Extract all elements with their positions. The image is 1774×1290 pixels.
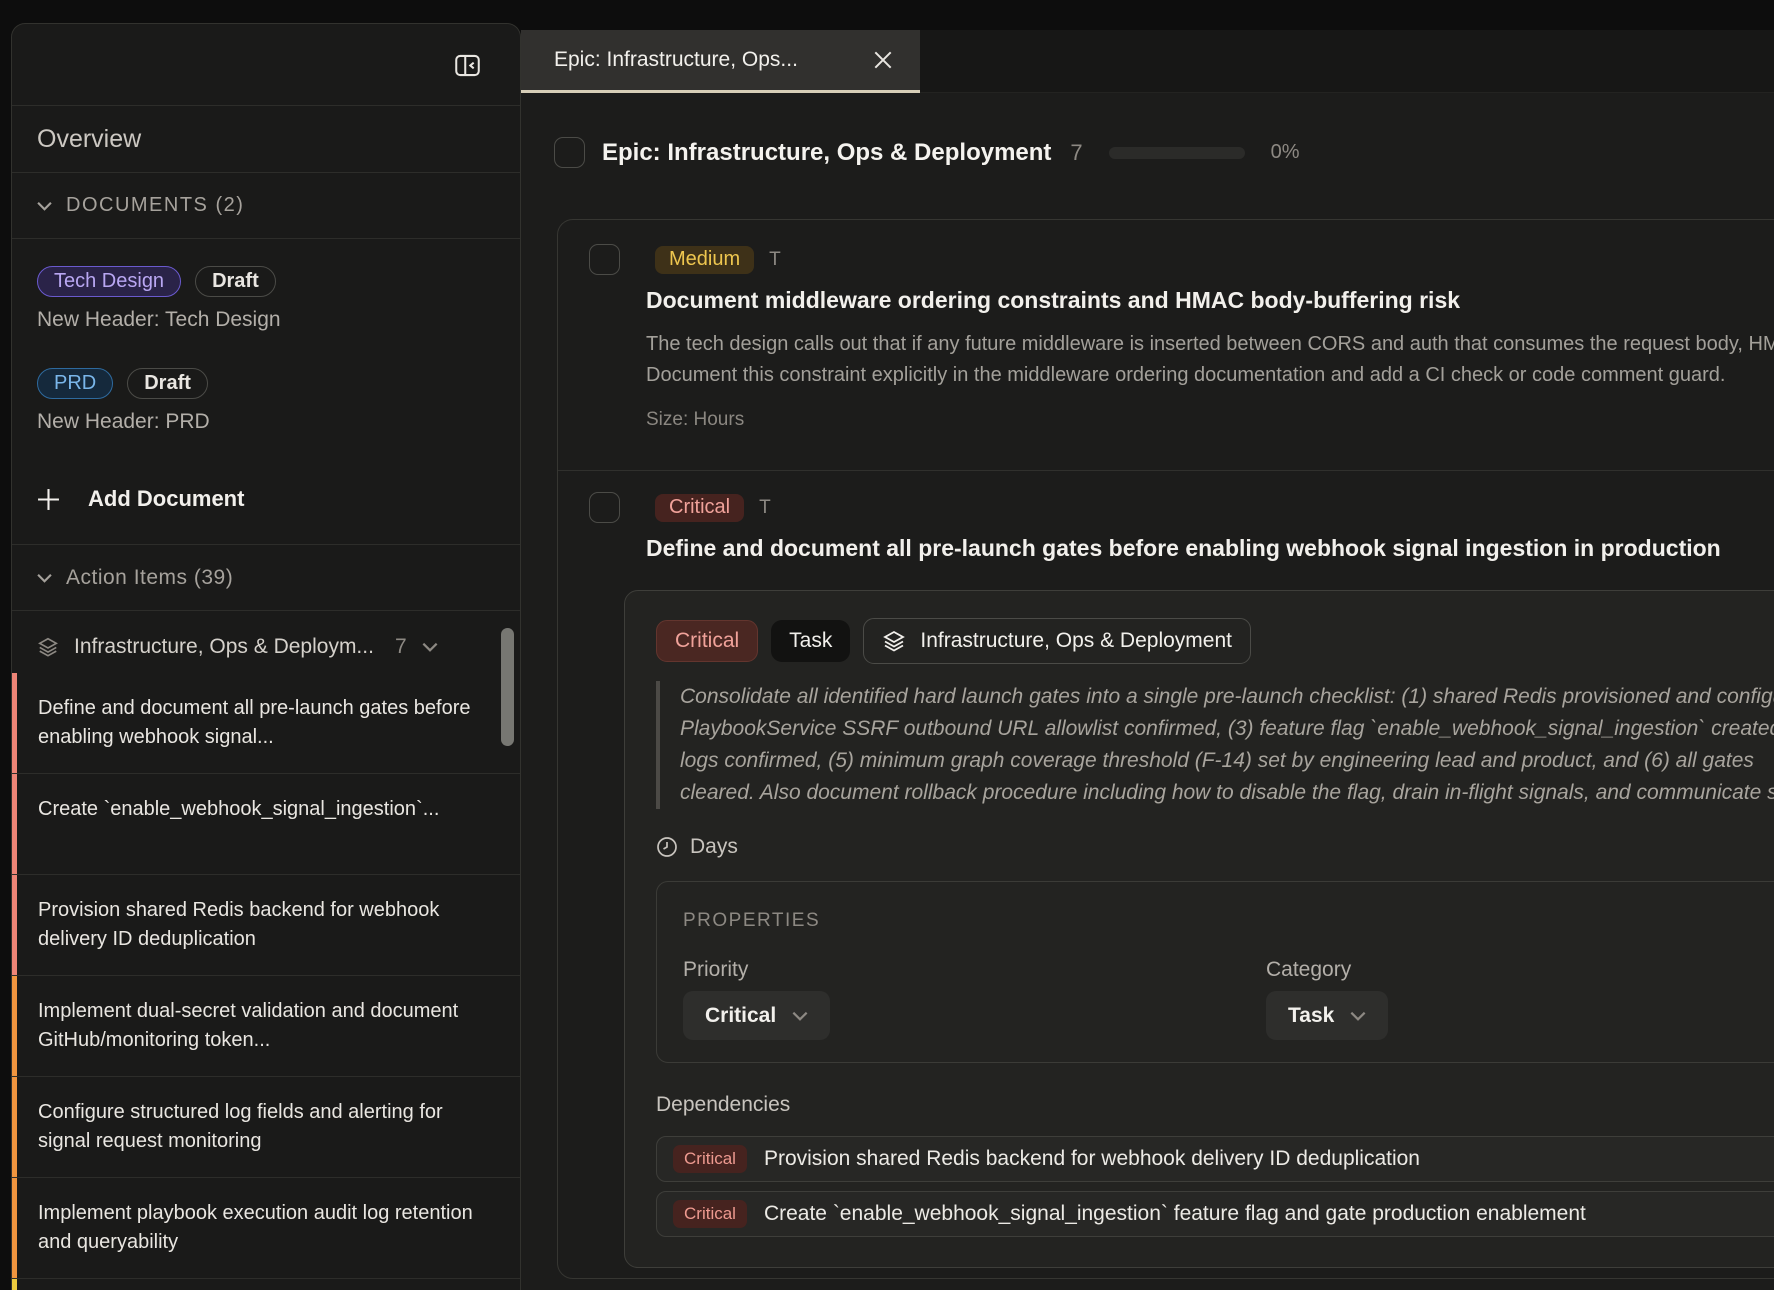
task-checkbox[interactable]	[589, 492, 620, 523]
clock-icon	[656, 836, 678, 858]
dependencies-header: Dependencies	[656, 1093, 1774, 1117]
list-item[interactable]: Define and document all pre-launch gates…	[12, 673, 520, 774]
priority-dropdown[interactable]: Critical	[683, 991, 830, 1040]
documents-section-header[interactable]: DOCUMENTS (2)	[12, 173, 520, 239]
action-items-list: Define and document all pre-launch gates…	[12, 673, 520, 1290]
priority-badge: Critical	[656, 620, 758, 662]
list-item[interactable]: Create `enable_webhook_signal_ingestion`…	[12, 774, 520, 875]
close-icon[interactable]	[872, 49, 894, 71]
task-title[interactable]: Define and document all pre-launch gates…	[646, 535, 1774, 562]
group-label: Infrastructure, Ops & Deploym...	[74, 635, 374, 659]
document-title[interactable]: New Header: PRD	[37, 410, 495, 434]
category-field-label: Category	[1266, 958, 1388, 982]
tab-label: Epic: Infrastructure, Ops...	[554, 48, 854, 72]
severity-bar	[12, 976, 17, 1076]
task-description: The tech design calls out that if any fu…	[646, 329, 1774, 391]
task-row[interactable]: Medium T Document middleware ordering co…	[558, 220, 1774, 470]
action-items-section-header[interactable]: Action Items (39)	[12, 545, 520, 611]
epic-progress-percent: 0%	[1271, 141, 1300, 164]
priority-badge: Medium	[655, 246, 754, 274]
action-items-header-label: Action Items (39)	[66, 566, 233, 590]
app-window: Overview DOCUMENTS (2) Tech Design Draft…	[0, 0, 1774, 1290]
list-item[interactable]: Implement dual-secret validation and doc…	[12, 976, 520, 1077]
action-items-group-row[interactable]: Infrastructure, Ops & Deploym... 7	[12, 611, 520, 673]
chevron-down-icon	[792, 1011, 808, 1021]
list-item[interactable]: Implement playbook execution audit log r…	[12, 1178, 520, 1279]
plus-icon	[37, 488, 60, 511]
chevron-down-icon	[37, 201, 52, 211]
document-item[interactable]: PRD Draft New Header: PRD	[37, 368, 495, 434]
add-document-button[interactable]: Add Document	[37, 486, 495, 512]
type-badge: Task	[771, 620, 850, 662]
priority-badge: Critical	[655, 494, 744, 522]
severity-bar	[12, 1077, 17, 1177]
severity-bar	[12, 1279, 17, 1290]
document-item[interactable]: Tech Design Draft New Header: Tech Desig…	[37, 266, 495, 332]
chevron-down-icon	[1350, 1011, 1366, 1021]
sidebar-item-overview[interactable]: Overview	[12, 106, 520, 173]
severity-bar	[12, 875, 17, 975]
detail-badge-row: Critical Task Infrastructure, Ops & Depl…	[656, 618, 1774, 664]
task-checkbox[interactable]	[589, 244, 620, 275]
category-dropdown[interactable]: Task	[1266, 991, 1388, 1040]
task-type-letter: T	[759, 497, 771, 519]
epic-header: Epic: Infrastructure, Ops & Deployment 7…	[554, 137, 1300, 168]
documents-header-label: DOCUMENTS (2)	[66, 194, 244, 217]
duration-row: Days	[656, 835, 1774, 859]
dependency-label: Provision shared Redis backend for webho…	[764, 1147, 1420, 1171]
group-count: 7	[395, 635, 407, 659]
dependency-item[interactable]: Critical Provision shared Redis backend …	[656, 1136, 1774, 1182]
epic-task-list-card: Medium T Document middleware ordering co…	[557, 219, 1774, 1279]
priority-field-label: Priority	[683, 958, 1266, 982]
severity-bar	[12, 774, 17, 874]
priority-dropdown-value: Critical	[705, 1004, 776, 1028]
epic-progress-bar	[1109, 147, 1245, 159]
sidebar-scrollbar[interactable]	[501, 628, 514, 746]
sidebar-top-bar	[12, 24, 520, 106]
duration-label: Days	[690, 835, 738, 859]
task-title[interactable]: Document middleware ordering constraints…	[646, 287, 1774, 314]
document-type-badge: PRD	[37, 368, 113, 399]
main-content: Epic: Infrastructure, Ops & Deployment 7…	[521, 93, 1774, 1290]
list-item[interactable]	[12, 1279, 520, 1290]
add-document-label: Add Document	[88, 486, 244, 512]
category-dropdown-value: Task	[1288, 1004, 1334, 1028]
task-row[interactable]: Critical T Define and document all pre-l…	[558, 471, 1774, 1268]
panel-collapse-icon	[454, 52, 481, 79]
epic-task-count: 7	[1070, 140, 1082, 166]
collapse-sidebar-button[interactable]	[452, 50, 482, 80]
epic-checkbox[interactable]	[554, 137, 585, 168]
list-item[interactable]: Provision shared Redis backend for webho…	[12, 875, 520, 976]
epic-title: Epic: Infrastructure, Ops & Deployment	[602, 139, 1051, 167]
documents-list: Tech Design Draft New Header: Tech Desig…	[12, 239, 520, 545]
task-detail-panel: Critical Task Infrastructure, Ops & Depl…	[624, 590, 1774, 1268]
severity-bar	[12, 673, 17, 773]
document-status-badge: Draft	[195, 266, 276, 297]
task-type-letter: T	[769, 249, 781, 271]
task-size: Size: Hours	[646, 409, 1774, 470]
document-type-badge: Tech Design	[37, 266, 181, 297]
group-badge-label: Infrastructure, Ops & Deployment	[920, 629, 1232, 653]
document-title[interactable]: New Header: Tech Design	[37, 308, 495, 332]
severity-bar	[12, 1178, 17, 1278]
overview-label: Overview	[37, 125, 141, 154]
document-status-badge: Draft	[127, 368, 208, 399]
dependency-priority-badge: Critical	[673, 1200, 747, 1228]
properties-box: PROPERTIES Priority Critical	[656, 881, 1774, 1063]
layers-icon	[37, 636, 59, 658]
list-item[interactable]: Configure structured log fields and aler…	[12, 1077, 520, 1178]
chevron-down-icon[interactable]	[422, 642, 438, 652]
task-description-quote: Consolidate all identified hard launch g…	[656, 681, 1774, 809]
properties-header: PROPERTIES	[683, 910, 1774, 932]
sidebar: Overview DOCUMENTS (2) Tech Design Draft…	[11, 23, 521, 1290]
dependency-label: Create `enable_webhook_signal_ingestion`…	[764, 1202, 1586, 1226]
dependency-item[interactable]: Critical Create `enable_webhook_signal_i…	[656, 1191, 1774, 1237]
group-badge[interactable]: Infrastructure, Ops & Deployment	[863, 618, 1251, 664]
dependency-priority-badge: Critical	[673, 1145, 747, 1173]
chevron-down-icon	[37, 573, 52, 583]
tab-bar: Epic: Infrastructure, Ops...	[521, 30, 1774, 93]
layers-icon	[882, 629, 906, 653]
tab-epic-infrastructure[interactable]: Epic: Infrastructure, Ops...	[521, 30, 920, 93]
